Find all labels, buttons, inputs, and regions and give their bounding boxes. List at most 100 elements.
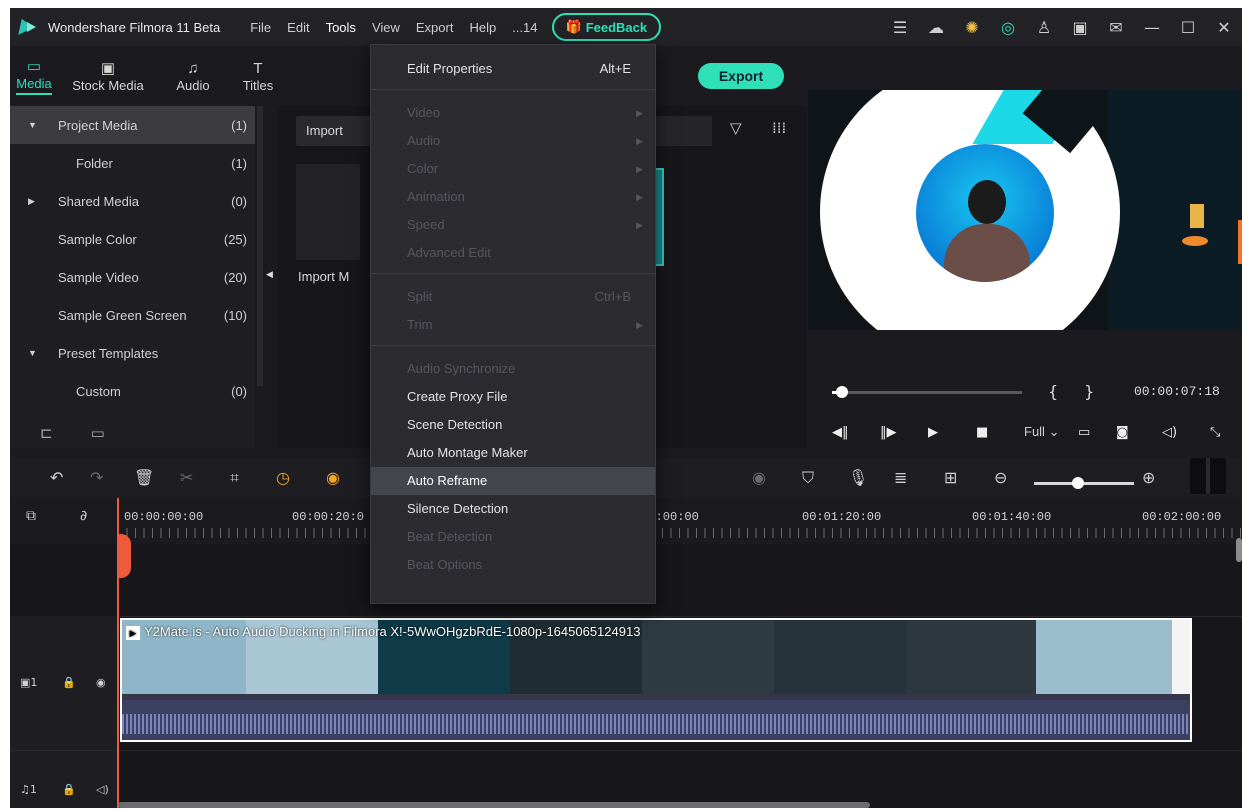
lock-icon[interactable]: 🔒 xyxy=(62,676,76,689)
tab-titles-label: Titles xyxy=(242,77,274,93)
playhead-handle[interactable] xyxy=(117,534,131,578)
color-icon[interactable]: ◉ xyxy=(326,468,340,487)
tools-menu-item[interactable]: Create Proxy File xyxy=(371,383,655,411)
menu-file[interactable]: File xyxy=(242,20,279,35)
media-tree-item[interactable]: Sample Green Screen (10) xyxy=(10,296,255,334)
tab-media[interactable]: ▭ Media xyxy=(10,46,58,106)
menu-view[interactable]: View xyxy=(364,20,408,35)
lock-icon[interactable]: 🔒 xyxy=(62,783,76,796)
clip-frame xyxy=(1036,620,1172,694)
playback-progress-bar[interactable] xyxy=(832,386,1022,398)
voiceover-icon[interactable]: ≣ xyxy=(894,468,907,487)
tools-menu-item[interactable]: Auto Reframe xyxy=(371,467,655,495)
collapse-panel-icon[interactable]: ◀ xyxy=(266,270,273,280)
new-folder-icon[interactable]: ⊏ xyxy=(40,424,53,442)
audio-track-header: ♫1 🔒 ◁) xyxy=(10,751,118,808)
tab-titles[interactable]: T Titles xyxy=(228,46,288,106)
stop-icon[interactable]: ■ xyxy=(976,425,1024,440)
play-badge-icon: ▶ xyxy=(126,626,140,640)
clip-audio-waveform xyxy=(122,700,1190,740)
user-icon[interactable]: ♙ xyxy=(1026,8,1062,46)
speed-icon[interactable]: ◷ xyxy=(276,468,290,487)
save-icon[interactable]: ▣ xyxy=(1062,8,1098,46)
snapshot-icon[interactable]: ◙ xyxy=(1116,425,1162,440)
volume-icon[interactable]: ◁) xyxy=(1162,425,1210,440)
microphone-icon[interactable]: 🎙 xyxy=(848,468,868,487)
eye-icon[interactable]: ◉ xyxy=(96,676,106,689)
step-back-icon[interactable]: ◀‖ xyxy=(832,425,880,440)
render-icon[interactable]: ◉ xyxy=(752,468,766,487)
folder-icon: ▭ xyxy=(26,57,42,75)
menu-tools[interactable]: Tools xyxy=(318,20,364,35)
menu-help[interactable]: Help xyxy=(461,20,504,35)
play-icon[interactable]: ▶ xyxy=(928,425,976,440)
grid-view-icon[interactable]: ⁞⁞⁞ xyxy=(772,119,786,137)
zoom-in-icon[interactable]: ⊕ xyxy=(1142,468,1155,487)
menu-export[interactable]: Export xyxy=(408,20,462,35)
media-tree-item[interactable]: Custom (0) xyxy=(10,372,255,410)
playback-progress-knob[interactable] xyxy=(835,386,848,398)
tools-menu-item[interactable]: Edit Properties Alt+E xyxy=(371,55,655,83)
folder-outline-icon[interactable]: ▭ xyxy=(91,424,105,442)
search-input[interactable] xyxy=(654,116,712,146)
cloud-icon[interactable]: ☁ xyxy=(918,8,954,46)
delete-icon[interactable]: 🗑 xyxy=(134,468,154,487)
import-media-tile[interactable] xyxy=(296,164,360,260)
close-icon[interactable]: ✕ xyxy=(1206,8,1242,46)
tools-menu-item[interactable]: Auto Montage Maker xyxy=(371,439,655,467)
quality-select[interactable]: Full ⌄ xyxy=(1024,424,1078,440)
timeline-layout-toggle[interactable] xyxy=(1190,458,1226,494)
tools-menu-item-label: Animation xyxy=(407,189,465,204)
timeline-ruler[interactable]: 00:00:00:00 00:00:20:0 :01:00:00 00:01:2… xyxy=(118,504,1242,544)
expand-arrow-icon[interactable]: ▼ xyxy=(28,120,42,130)
title-bar-icons: ☰ ☁ ✺ ◎ ♙ ▣ ✉ — ☐ ✕ xyxy=(882,8,1242,46)
preview-background xyxy=(1108,90,1242,330)
speaker-icon[interactable]: ◁) xyxy=(96,783,109,796)
notes-icon[interactable]: ☰ xyxy=(882,8,918,46)
display-icon[interactable]: ▭ xyxy=(1078,425,1116,440)
zoom-slider-knob[interactable] xyxy=(1072,477,1084,489)
timeline-horizontal-scrollbar[interactable] xyxy=(118,802,870,808)
video-clip[interactable]: ▶ Y2Mate.is - Auto Audio Ducking in Filmo… xyxy=(120,618,1192,742)
tab-stock-media[interactable]: ▣ Stock Media xyxy=(58,46,158,106)
export-button[interactable]: Export xyxy=(698,63,784,89)
media-tree-item[interactable]: ▼ Project Media (1) xyxy=(10,106,255,144)
zoom-slider[interactable] xyxy=(1034,482,1134,485)
media-tree-item[interactable]: ▶ Shared Media (0) xyxy=(10,182,255,220)
bulb-icon[interactable]: ✺ xyxy=(954,8,990,46)
undo-icon[interactable]: ↶ xyxy=(50,468,63,487)
submenu-arrow-icon: ▶ xyxy=(636,320,643,330)
media-tree-item[interactable]: Sample Color (25) xyxy=(10,220,255,258)
crop-icon[interactable]: ⌗ xyxy=(230,468,239,488)
tools-menu-item[interactable]: Silence Detection xyxy=(371,495,655,523)
marker-icon[interactable]: ⛉ xyxy=(802,468,814,488)
zoom-out-icon[interactable]: ⊖ xyxy=(994,468,1007,487)
mark-in-out-icon[interactable]: {} xyxy=(1048,382,1120,401)
media-tree-item[interactable]: Folder (1) xyxy=(10,144,255,182)
timeline-vertical-scrollbar[interactable] xyxy=(1236,538,1242,562)
menu-edit[interactable]: Edit xyxy=(279,20,317,35)
fullscreen-icon[interactable]: ⤡ xyxy=(1210,425,1230,440)
cut-icon[interactable]: ✂ xyxy=(180,468,193,487)
media-tree-item[interactable]: ▼ Preset Templates xyxy=(10,334,255,372)
media-tree-item[interactable]: Sample Video (20) xyxy=(10,258,255,296)
add-track-icon[interactable]: ⧉ xyxy=(26,508,36,524)
tools-menu-item[interactable]: Scene Detection xyxy=(371,411,655,439)
minimize-icon[interactable]: — xyxy=(1134,8,1170,46)
filter-icon[interactable]: ▽ xyxy=(730,119,742,137)
mail-icon[interactable]: ✉ xyxy=(1098,8,1134,46)
media-tree-scrollbar[interactable] xyxy=(257,106,263,386)
feedback-button[interactable]: 🎁 FeedBack xyxy=(551,13,662,41)
collapse-arrow-icon[interactable]: ▶ xyxy=(28,196,42,207)
tab-audio[interactable]: ♫ Audio xyxy=(158,46,228,106)
import-button[interactable]: Import xyxy=(296,116,376,146)
expand-arrow-icon[interactable]: ▼ xyxy=(28,348,42,358)
step-forward-icon[interactable]: ‖▶ xyxy=(880,425,928,440)
redo-icon[interactable]: ↷ xyxy=(90,468,103,487)
media-tree-count: (1) xyxy=(231,155,247,171)
link-icon[interactable]: ∂ xyxy=(80,508,87,524)
fit-timeline-icon[interactable]: ⊞ xyxy=(944,468,957,487)
maximize-icon[interactable]: ☐ xyxy=(1170,8,1206,46)
headset-icon[interactable]: ◎ xyxy=(990,8,1026,46)
tools-menu-item-label: Advanced Edit xyxy=(407,245,491,260)
